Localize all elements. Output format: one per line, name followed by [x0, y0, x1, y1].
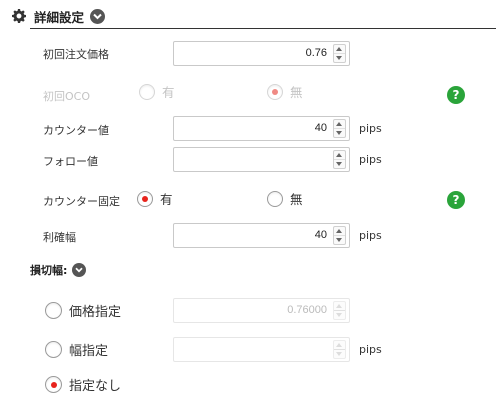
header-title: 詳細設定	[34, 9, 85, 25]
gear-icon	[12, 9, 26, 23]
initial-price-label: 初回注文価格	[43, 48, 109, 61]
take-profit-unit: pips	[359, 229, 382, 242]
counter-value-input[interactable]: 40	[173, 116, 350, 141]
counter-value-value: 40	[314, 122, 327, 134]
width-spec-radio[interactable]: 幅指定	[45, 340, 108, 359]
counter-value-label: カウンター値	[43, 124, 109, 137]
radio-label: 無	[290, 192, 303, 207]
price-spec-radio[interactable]: 価格指定	[45, 301, 121, 320]
price-spec-value: 0.76000	[287, 304, 327, 316]
initial-oco-yes-radio[interactable]: 有	[139, 82, 175, 101]
take-profit-value: 40	[314, 229, 327, 241]
take-profit-input[interactable]: 40	[173, 223, 350, 248]
counter-value-stepper[interactable]	[333, 119, 346, 138]
chevron-down-icon[interactable]	[90, 8, 106, 24]
no-spec-radio[interactable]: 指定なし	[45, 375, 121, 394]
price-spec-input[interactable]: 0.76000	[173, 298, 350, 323]
counter-fixed-label: カウンター固定	[43, 195, 120, 208]
radio-label: 指定なし	[69, 379, 122, 394]
help-icon[interactable]: ?	[447, 86, 465, 104]
radio-circle	[139, 83, 155, 100]
radio-circle	[45, 302, 62, 319]
radio-circle	[45, 341, 62, 358]
radio-circle-selected	[267, 83, 283, 100]
counter-value-unit: pips	[359, 122, 382, 135]
radio-label: 幅指定	[69, 344, 109, 359]
follow-value-input[interactable]	[173, 147, 350, 172]
initial-oco-label: 初回OCO	[43, 90, 90, 103]
radio-label: 有	[162, 85, 175, 100]
width-spec-input[interactable]	[173, 337, 350, 362]
take-profit-stepper[interactable]	[333, 226, 346, 245]
follow-value-label: フォロー値	[43, 155, 98, 168]
help-icon[interactable]: ?	[447, 191, 465, 209]
radio-circle-selected	[137, 190, 153, 207]
initial-price-stepper[interactable]	[333, 44, 346, 63]
radio-label: 無	[290, 85, 303, 100]
take-profit-label: 利確幅	[43, 231, 76, 244]
counter-fixed-yes-radio[interactable]: 有	[137, 189, 173, 208]
width-spec-stepper[interactable]	[333, 340, 346, 359]
initial-price-input[interactable]: 0.76	[173, 41, 350, 66]
width-spec-unit: pips	[359, 343, 382, 356]
radio-circle	[267, 190, 283, 207]
initial-price-value: 0.76	[305, 47, 327, 59]
chevron-down-icon[interactable]	[72, 263, 87, 277]
radio-circle-selected	[45, 376, 62, 393]
settings-header[interactable]: 詳細設定	[8, 4, 106, 28]
follow-value-unit: pips	[359, 153, 382, 166]
initial-oco-no-radio[interactable]: 無	[267, 82, 303, 101]
radio-label: 有	[160, 192, 173, 207]
header-divider	[30, 28, 496, 29]
stop-loss-title: 損切幅:	[30, 264, 68, 277]
follow-value-stepper[interactable]	[333, 150, 346, 169]
price-spec-stepper[interactable]	[333, 301, 346, 320]
stop-loss-section[interactable]: 損切幅:	[30, 262, 87, 278]
counter-fixed-no-radio[interactable]: 無	[267, 189, 303, 208]
radio-label: 価格指定	[69, 305, 122, 320]
